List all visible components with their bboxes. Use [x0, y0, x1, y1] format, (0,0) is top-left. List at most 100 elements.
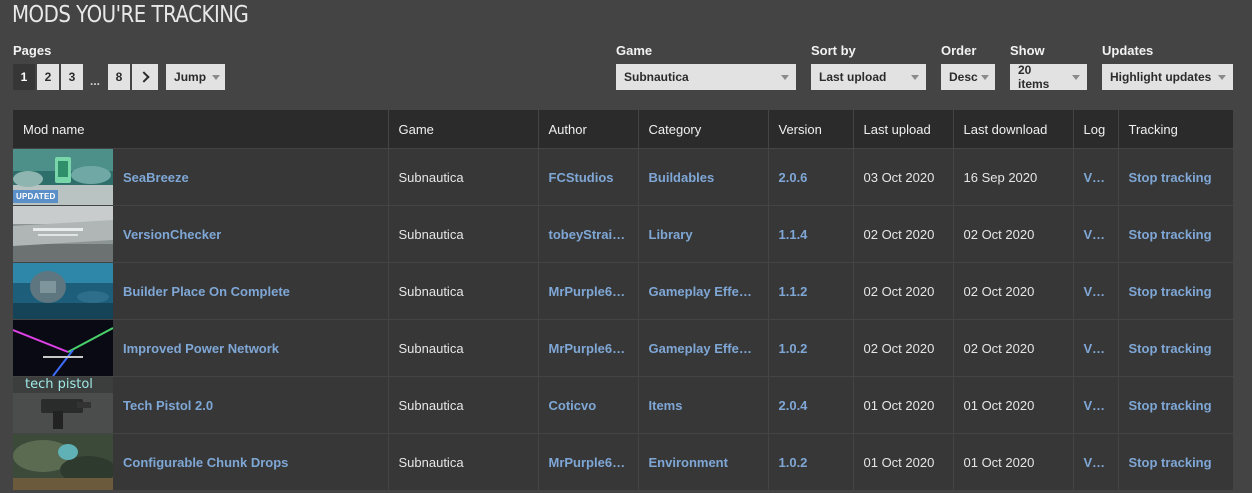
game-cell: Subnautica [388, 205, 539, 263]
table-row: UPDATED SeaBreeze Subnautica FCStudios B… [13, 148, 1233, 206]
page-last-button[interactable]: 8 [108, 64, 131, 90]
last-upload-cell: 03 Oct 2020 [853, 148, 954, 206]
table-row: tech pistol Tech Pistol 2.0 Subnautica C… [13, 376, 1233, 434]
page-3-button[interactable]: 3 [61, 64, 83, 90]
chevron-down-icon [1218, 74, 1226, 80]
updates-value: Highlight updates [1110, 70, 1212, 84]
header-author[interactable]: Author [538, 110, 639, 149]
mod-name-link[interactable]: SeaBreeze [123, 170, 189, 185]
author-link[interactable]: MrPurple6411 [538, 319, 639, 377]
author-link[interactable]: Coticvo [538, 376, 639, 434]
header-log[interactable]: Log [1073, 110, 1119, 149]
category-link[interactable]: Gameplay Effects [638, 319, 769, 377]
last-upload-cell: 02 Oct 2020 [853, 319, 954, 377]
author-link[interactable]: tobeyStraitjacket [538, 205, 639, 263]
mod-name-link[interactable]: VersionChecker [123, 227, 221, 242]
show-value: 20 items [1018, 63, 1050, 91]
author-link[interactable]: MrPurple6411 [538, 262, 639, 320]
game-cell: Subnautica [388, 376, 539, 434]
header-mod-name[interactable]: Mod name [13, 110, 389, 149]
table-row: Configurable Chunk Drops Subnautica MrPu… [13, 433, 1233, 490]
order-label: Order [941, 43, 977, 58]
log-view-link[interactable]: View [1073, 205, 1119, 263]
category-link[interactable]: Library [638, 205, 769, 263]
version-link[interactable]: 2.0.4 [768, 376, 854, 434]
page-ellipsis: ... [90, 74, 101, 88]
author-link[interactable]: MrPurple6411 [538, 433, 639, 490]
order-select[interactable]: Desc [941, 64, 995, 90]
chevron-down-icon [212, 74, 221, 80]
mod-thumbnail[interactable] [13, 434, 113, 490]
mods-table: Mod name Game Author Category Version La… [13, 110, 1233, 490]
stop-tracking-link[interactable]: Stop tracking [1118, 262, 1233, 320]
author-link[interactable]: FCStudios [538, 148, 639, 206]
sort-label: Sort by [811, 43, 856, 58]
mod-cell: Configurable Chunk Drops [13, 433, 389, 490]
last-download-cell: 02 Oct 2020 [953, 319, 1074, 377]
version-link[interactable]: 1.0.2 [768, 319, 854, 377]
pages-label: Pages [13, 43, 52, 58]
last-download-cell: 16 Sep 2020 [953, 148, 1074, 206]
mod-thumbnail[interactable] [13, 206, 113, 262]
stop-tracking-link[interactable]: Stop tracking [1118, 319, 1233, 377]
game-select[interactable]: Subnautica [616, 64, 796, 90]
show-select[interactable]: 20 items [1010, 63, 1087, 91]
log-view-link[interactable]: View [1073, 319, 1119, 377]
last-download-cell: 02 Oct 2020 [953, 262, 1074, 320]
header-game[interactable]: Game [388, 110, 539, 149]
table-row: VersionChecker Subnautica tobeyStraitjac… [13, 205, 1233, 263]
sort-select[interactable]: Last upload [811, 64, 926, 90]
chevron-right-icon [137, 71, 150, 83]
sort-value: Last upload [819, 70, 887, 84]
updates-label: Updates [1102, 43, 1154, 58]
pagination: 1 2 3 ... 8 Jump [13, 64, 227, 90]
game-label: Game [616, 43, 653, 58]
header-category[interactable]: Category [638, 110, 769, 149]
chevron-down-icon [980, 74, 989, 80]
order-value: Desc [949, 70, 978, 84]
log-view-link[interactable]: View [1073, 376, 1119, 434]
chevron-down-icon [911, 74, 919, 80]
category-link[interactable]: Items [638, 376, 769, 434]
version-link[interactable]: 1.0.2 [768, 433, 854, 490]
category-link[interactable]: Buildables [638, 148, 769, 206]
page-2-button[interactable]: 2 [37, 64, 59, 90]
version-link[interactable]: 1.1.2 [768, 262, 854, 320]
version-link[interactable]: 2.0.6 [768, 148, 854, 206]
category-link[interactable]: Gameplay Effects [638, 262, 769, 320]
mod-thumbnail[interactable]: UPDATED [13, 149, 113, 205]
stop-tracking-link[interactable]: Stop tracking [1118, 205, 1233, 263]
mod-thumbnail[interactable] [13, 320, 113, 376]
category-link[interactable]: Environment [638, 433, 769, 490]
stop-tracking-link[interactable]: Stop tracking [1118, 376, 1233, 434]
last-upload-cell: 02 Oct 2020 [853, 262, 954, 320]
stop-tracking-link[interactable]: Stop tracking [1118, 148, 1233, 206]
game-cell: Subnautica [388, 262, 539, 320]
mod-name-link[interactable]: Improved Power Network [123, 341, 279, 356]
mod-thumbnail[interactable] [13, 263, 113, 319]
mod-thumbnail[interactable]: tech pistol [13, 377, 113, 433]
page-title: MODS YOU'RE TRACKING [12, 2, 249, 28]
table-row: Improved Power Network Subnautica MrPurp… [13, 319, 1233, 377]
header-version[interactable]: Version [768, 110, 854, 149]
jump-select[interactable]: Jump [166, 64, 226, 90]
header-last-download[interactable]: Last download [953, 110, 1074, 149]
chevron-down-icon [1072, 74, 1080, 80]
page-1-button[interactable]: 1 [13, 64, 35, 90]
header-tracking[interactable]: Tracking [1118, 110, 1233, 149]
log-view-link[interactable]: View [1073, 148, 1119, 206]
next-page-button[interactable] [132, 64, 159, 90]
header-last-upload[interactable]: Last upload [853, 110, 954, 149]
version-link[interactable]: 1.1.4 [768, 205, 854, 263]
mod-name-link[interactable]: Builder Place On Complete [123, 284, 290, 299]
mod-name-link[interactable]: Configurable Chunk Drops [123, 455, 288, 470]
log-view-link[interactable]: View [1073, 262, 1119, 320]
log-view-link[interactable]: View [1073, 433, 1119, 490]
stop-tracking-link[interactable]: Stop tracking [1118, 433, 1233, 490]
table-header-row: Mod name Game Author Category Version La… [13, 110, 1233, 149]
last-download-cell: 01 Oct 2020 [953, 433, 1074, 490]
mod-cell: UPDATED SeaBreeze [13, 148, 389, 206]
mod-name-link[interactable]: Tech Pistol 2.0 [123, 398, 213, 413]
updates-select[interactable]: Highlight updates [1102, 64, 1233, 90]
mod-cell: Builder Place On Complete [13, 262, 389, 320]
